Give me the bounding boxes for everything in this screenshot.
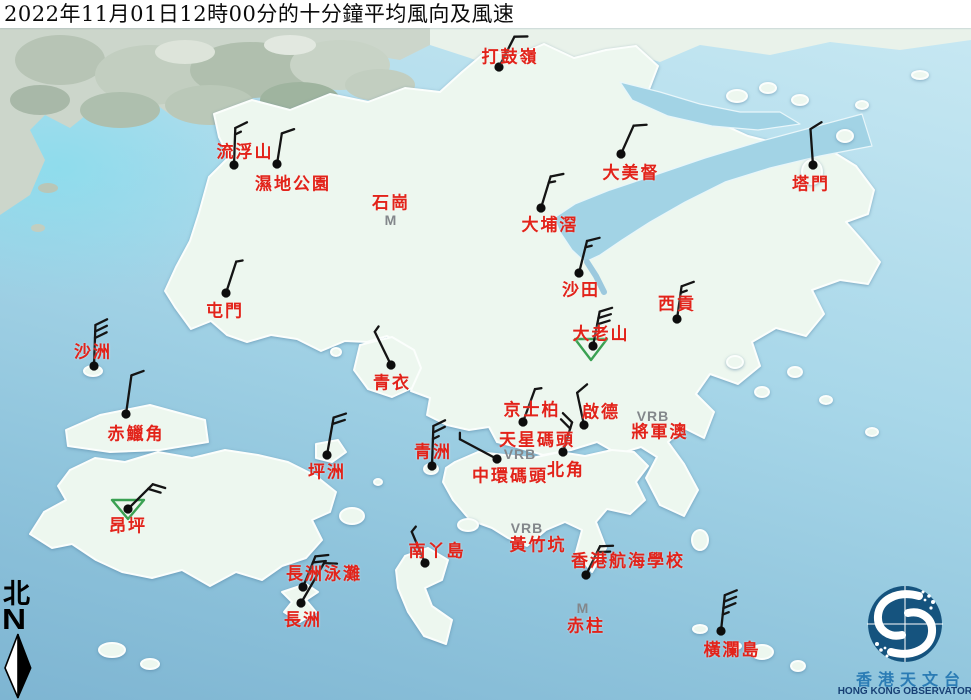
station-dot <box>616 149 625 158</box>
hko-logo: 香港天文台 HONG KONG OBSERVATORY <box>845 578 971 700</box>
hong-kong-island <box>443 450 648 572</box>
station-dot <box>296 598 305 607</box>
wind-barb-flag <box>95 332 107 338</box>
map-title: 2022年11月01日12時00分的十分鐘平均風向及風速 <box>0 0 971 28</box>
station-dot <box>89 361 98 370</box>
hko-logo-english: HONG KONG OBSERVATORY <box>837 686 971 697</box>
airport-platform <box>66 405 208 452</box>
station-dot <box>386 360 395 369</box>
station-dot <box>716 626 725 635</box>
hko-logo-icon <box>845 578 971 668</box>
station-dot <box>574 268 583 277</box>
wind-barb-flag <box>724 597 736 602</box>
station-dot <box>427 461 436 470</box>
station-dot <box>492 454 501 463</box>
wind-barb-flag <box>725 590 737 595</box>
wind-barb-flag <box>95 326 107 332</box>
wind-barb-flag <box>332 420 344 424</box>
wind-barb-flag <box>549 181 555 182</box>
station-dot <box>518 417 527 426</box>
wind-barb <box>721 590 737 631</box>
compass-arrow-icon <box>0 628 40 700</box>
station-dot <box>123 504 132 513</box>
station-dot <box>558 447 567 456</box>
title-bar: 2022年11月01日12時00分的十分鐘平均風向及風速 <box>0 0 971 28</box>
wind-barb-flag <box>334 414 346 418</box>
wind-barb-flag <box>315 555 328 556</box>
wind-barb-flag <box>131 371 143 375</box>
station-dot <box>322 450 331 459</box>
wind-barb-flag <box>723 603 735 608</box>
hong-kong-map <box>0 0 971 700</box>
station-dot <box>579 420 588 429</box>
wind-barb-flag <box>634 125 647 126</box>
wind-barb-flag <box>236 260 242 261</box>
wind-map-screen: 流浮山濕地公園打鼓嶺大美督塔門石崗M大埔滘沙田西貢屯門沙洲赤鱲角青衣京士柏啟德天… <box>0 0 971 700</box>
station-dot <box>808 160 817 169</box>
wind-barb-flag <box>585 246 591 248</box>
station-dot <box>272 159 281 168</box>
station-dot <box>298 582 307 591</box>
wind-barb-flag <box>412 527 416 532</box>
station-dot <box>494 62 503 71</box>
wind-barb-flag <box>433 427 445 433</box>
wind-barb <box>94 319 107 366</box>
station-dot <box>672 314 681 323</box>
station-dot <box>229 160 238 169</box>
station-dot <box>536 203 545 212</box>
station-dot <box>121 409 130 418</box>
wind-barb-flag <box>95 319 107 325</box>
station-dot <box>581 570 590 579</box>
wind-barb <box>432 420 445 466</box>
lantau-island <box>30 450 336 586</box>
station-dot <box>420 558 429 567</box>
station-dot <box>221 288 230 297</box>
peng-chau-island <box>316 440 346 462</box>
station-dot <box>588 341 597 350</box>
wind-barb <box>303 555 328 587</box>
wind-barb-flag <box>535 388 541 389</box>
